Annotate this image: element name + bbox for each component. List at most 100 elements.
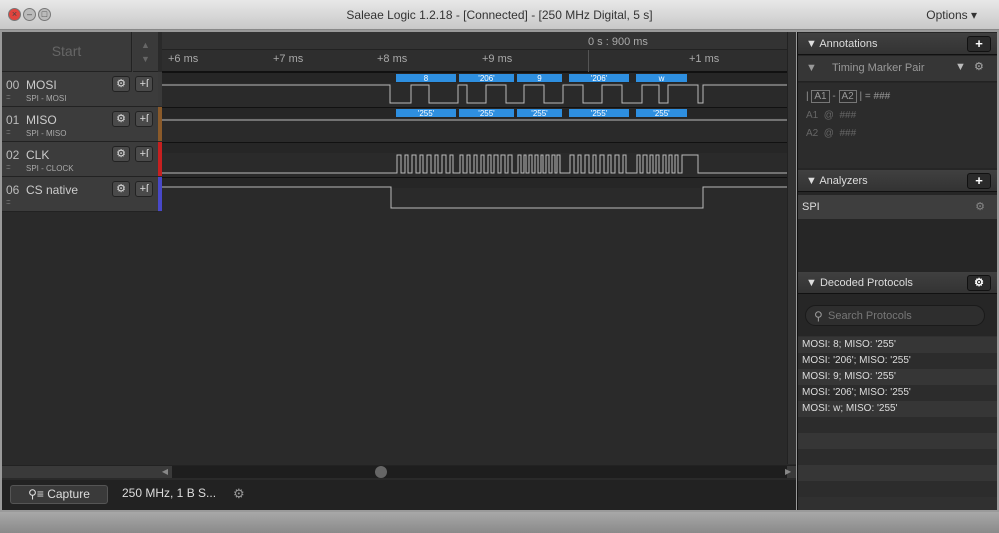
marker-formula: | A1 - A2 | = ### bbox=[806, 90, 891, 103]
dropdown-icon[interactable]: ▼ bbox=[955, 61, 966, 73]
channel-settings-button[interactable]: ⚙ bbox=[112, 146, 130, 162]
timing-marker-label: 0 s : 900 ms bbox=[588, 36, 648, 48]
trigger-edge-button[interactable]: +ſ bbox=[135, 76, 153, 92]
annotations-body: | A1 - A2 | = ### A1 @ ### A2 @ ### bbox=[798, 83, 997, 168]
row-divider bbox=[162, 142, 787, 143]
mosi-waveform bbox=[162, 84, 787, 104]
channel-row[interactable]: 02 :::: CLK SPI - CLOCK ⚙ +ſ bbox=[2, 142, 158, 177]
a1-badge[interactable]: A1 bbox=[811, 90, 830, 103]
decoded-row bbox=[798, 449, 997, 465]
a2-badge[interactable]: A2 bbox=[838, 90, 857, 103]
vertical-scrollbar[interactable] bbox=[787, 32, 796, 464]
waveform-canvas[interactable]: 8 '255' '206' '255' 9 '255' '206' '255' w '255' bbox=[162, 72, 787, 212]
drag-handle-icon[interactable]: :::: bbox=[6, 94, 11, 101]
a1-position: A1 @ ### bbox=[806, 110, 857, 121]
miso-frame-label: '255' bbox=[653, 109, 670, 118]
trigger-edge-button[interactable]: +ſ bbox=[135, 111, 153, 127]
annotations-header[interactable]: ▼ Annotations + bbox=[798, 33, 997, 55]
channel-number: 01 bbox=[6, 113, 20, 127]
window-title: Saleae Logic 1.2.18 - [Connected] - [250… bbox=[346, 8, 653, 22]
channel-settings-button[interactable]: ⚙ bbox=[112, 181, 130, 197]
clk-waveform bbox=[162, 154, 787, 174]
start-button[interactable]: Start bbox=[2, 32, 132, 72]
timing-marker-line bbox=[588, 50, 589, 72]
drag-handle-icon[interactable]: :::: bbox=[6, 164, 11, 171]
analyzers-title: Analyzers bbox=[819, 175, 868, 187]
channel-row[interactable]: 06 :::: CS native ⚙ +ſ bbox=[2, 177, 158, 212]
channel-name[interactable]: CLK bbox=[26, 148, 49, 162]
mosi-frame-label: '206' bbox=[478, 74, 495, 83]
scroll-left-icon[interactable]: ◀ bbox=[159, 466, 171, 478]
channel-row[interactable]: 00 :::: MOSI SPI - MOSI ⚙ +ſ bbox=[2, 72, 158, 107]
miso-frame-label: '255' bbox=[478, 109, 495, 118]
decoded-row bbox=[798, 465, 997, 481]
a2-position: A2 @ ### bbox=[806, 128, 857, 139]
tick-label: +7 ms bbox=[273, 53, 304, 65]
decoded-row[interactable]: MOSI: 8; MISO: '255' bbox=[798, 337, 997, 353]
channel-settings-button[interactable]: ⚙ bbox=[112, 76, 130, 92]
drag-handle-icon[interactable]: :::: bbox=[6, 129, 11, 136]
tick-label: +1 ms bbox=[689, 53, 720, 65]
channel-number: 02 bbox=[6, 148, 20, 162]
channel-settings-button[interactable]: ⚙ bbox=[112, 111, 130, 127]
arrow-up-icon[interactable]: ▲ bbox=[133, 38, 158, 52]
channel-name[interactable]: CS native bbox=[26, 183, 78, 197]
annotation-strip bbox=[162, 143, 787, 153]
decoded-row[interactable]: MOSI: '206'; MISO: '255' bbox=[798, 385, 997, 401]
cs-waveform bbox=[162, 186, 787, 209]
capture-icon: ⚲≡ bbox=[28, 487, 48, 501]
search-protocols-input[interactable]: ⚲ Search Protocols bbox=[805, 305, 985, 326]
decoded-row[interactable]: MOSI: 9; MISO: '255' bbox=[798, 369, 997, 385]
scroll-track[interactable] bbox=[172, 466, 787, 478]
mosi-frame-label: w bbox=[658, 74, 665, 83]
options-menu[interactable]: Options ▾ bbox=[926, 8, 977, 22]
trigger-edge-button[interactable]: +ſ bbox=[135, 181, 153, 197]
drag-handle-icon[interactable]: :::: bbox=[6, 199, 11, 206]
decoded-row bbox=[798, 417, 997, 433]
decoded-row bbox=[798, 481, 997, 497]
timing-marker-row[interactable]: ▼ Timing Marker Pair ▼ ⚙ bbox=[798, 56, 997, 82]
marker-pin-icon: ▼ bbox=[806, 62, 817, 74]
miso-frame-label: '255' bbox=[591, 109, 608, 118]
miso-frame-label: '255' bbox=[418, 109, 435, 118]
mosi-frame-label: 8 bbox=[424, 74, 429, 83]
search-placeholder: Search Protocols bbox=[828, 310, 912, 322]
add-analyzer-button[interactable]: + bbox=[967, 173, 991, 189]
formula-result: | = ### bbox=[859, 91, 891, 102]
decoded-row[interactable]: MOSI: w; MISO: '255' bbox=[798, 401, 997, 417]
status-bar bbox=[0, 512, 999, 533]
horizontal-scrollbar[interactable]: ◀ ▶ bbox=[2, 465, 796, 478]
decoded-protocols-title: Decoded Protocols bbox=[819, 277, 913, 289]
channel-number: 06 bbox=[6, 183, 20, 197]
tick-label: +9 ms bbox=[482, 53, 513, 65]
annotations-title: Annotations bbox=[819, 38, 878, 50]
channel-name[interactable]: MISO bbox=[26, 113, 57, 127]
gear-icon[interactable]: ⚙ bbox=[974, 60, 984, 73]
analyzer-item-spi[interactable]: SPI ⚙ bbox=[798, 195, 997, 219]
row-divider bbox=[162, 107, 787, 108]
miso-frame-label: '255' bbox=[531, 109, 548, 118]
gear-icon[interactable]: ⚙ bbox=[233, 486, 245, 502]
decoded-protocols-header[interactable]: ▼ Decoded Protocols ⚙ bbox=[798, 272, 997, 294]
channel-name[interactable]: MOSI bbox=[26, 78, 57, 92]
capture-label: Capture bbox=[47, 487, 90, 501]
time-ruler-top bbox=[162, 32, 787, 50]
scroll-right-icon[interactable]: ▶ bbox=[785, 466, 795, 478]
sample-rate-button[interactable]: 250 MHz, 1 B S... bbox=[122, 486, 216, 500]
gear-icon[interactable]: ⚙ bbox=[975, 195, 985, 219]
capture-tab[interactable]: ⚲≡ Capture bbox=[10, 485, 108, 504]
arrow-down-icon[interactable]: ▼ bbox=[133, 52, 158, 66]
row-divider bbox=[162, 177, 787, 178]
marker-type: Timing Marker Pair bbox=[832, 62, 925, 74]
channel-row[interactable]: 01 :::: MISO SPI - MISO ⚙ +ſ bbox=[2, 107, 158, 142]
analyzers-header[interactable]: ▼ Analyzers + bbox=[798, 170, 997, 192]
start-options-arrows[interactable]: ▲ ▼ bbox=[133, 32, 158, 72]
analyzer-label: SPI bbox=[802, 201, 820, 213]
decoded-settings-button[interactable]: ⚙ bbox=[967, 275, 991, 291]
decoded-row[interactable]: MOSI: '206'; MISO: '255' bbox=[798, 353, 997, 369]
scroll-thumb[interactable] bbox=[375, 466, 387, 478]
trigger-edge-button[interactable]: +ſ bbox=[135, 146, 153, 162]
add-annotation-button[interactable]: + bbox=[967, 36, 991, 52]
mosi-frame-label: '206' bbox=[591, 74, 608, 83]
channel-analyzer-label: SPI - MISO bbox=[26, 129, 67, 138]
